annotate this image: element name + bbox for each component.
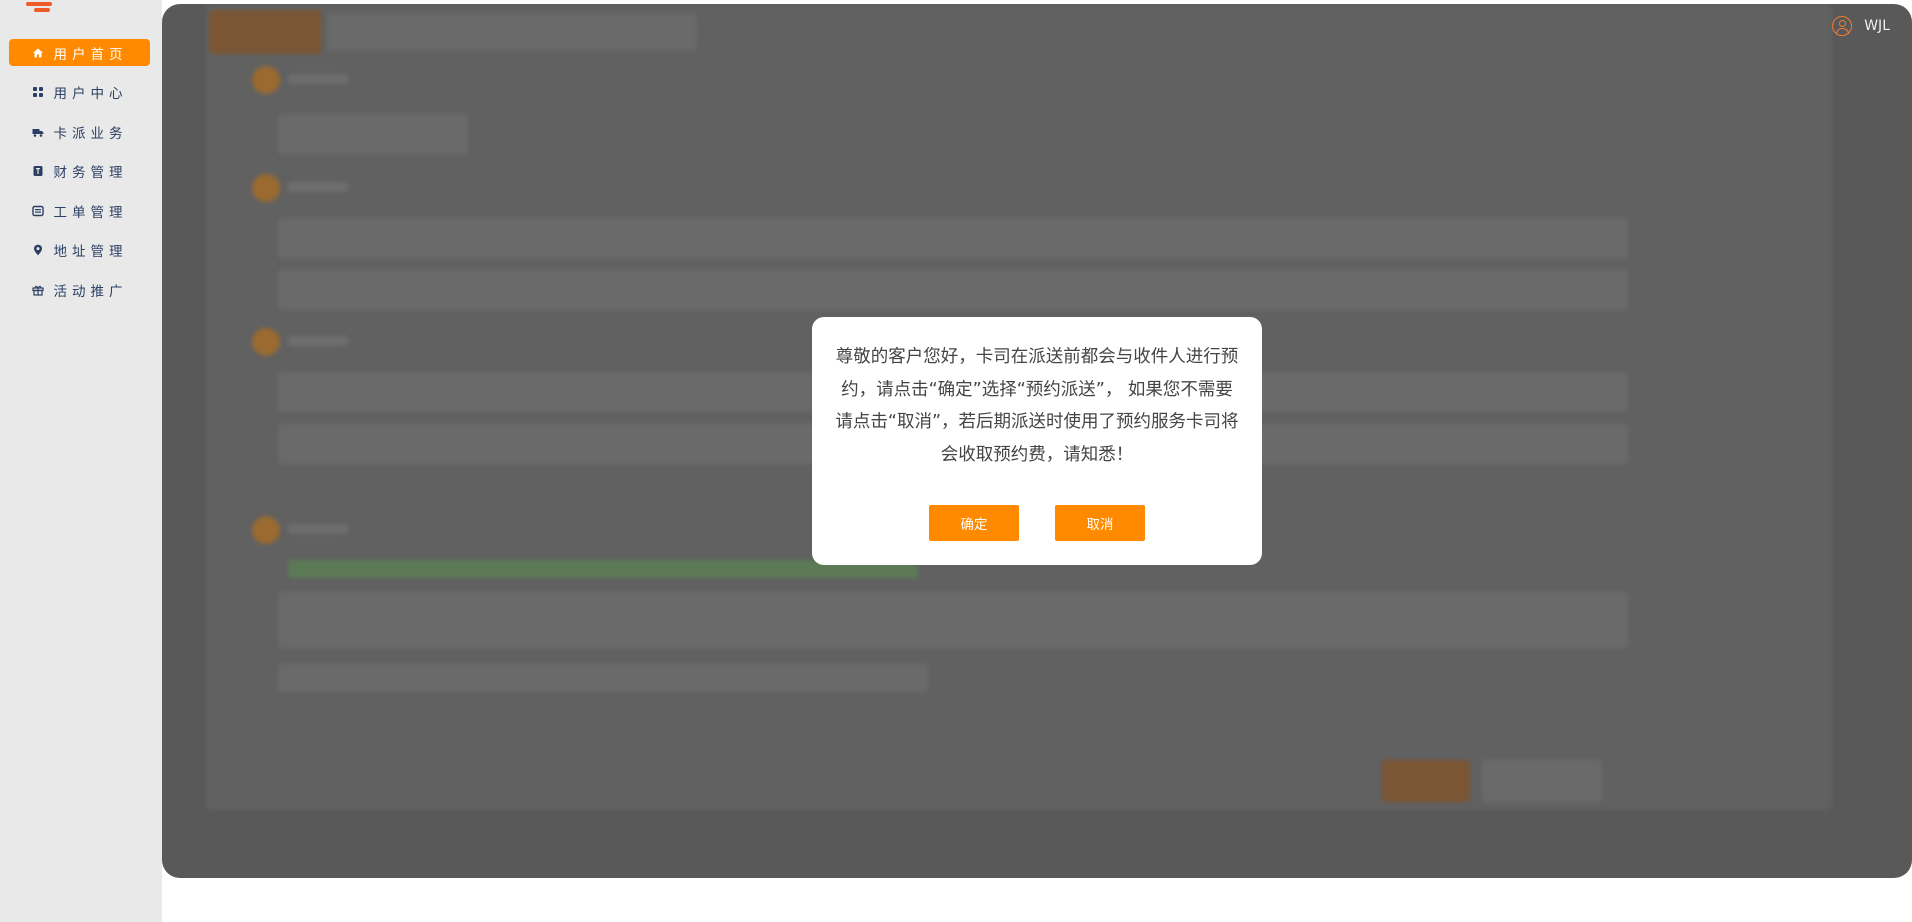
sidebar-item-tickets[interactable]: 工单管理 (9, 197, 150, 224)
blurred-field (278, 114, 468, 154)
blurred-field-row (278, 218, 1628, 258)
sidebar-item-label: 地址管理 (53, 244, 128, 261)
sidebar-item-address[interactable]: 地址管理 (9, 237, 150, 264)
blurred-heading (288, 524, 348, 534)
dialog-buttons: 确定 取消 (812, 505, 1262, 541)
gift-icon (31, 284, 44, 296)
confirm-button[interactable]: 确定 (929, 505, 1019, 541)
home-icon (32, 47, 44, 59)
blurred-button (1382, 760, 1470, 802)
sidebar-item-label: 用户中心 (53, 86, 128, 103)
blurred-summary (278, 664, 928, 692)
blurred-heading (288, 336, 348, 346)
truck-icon (32, 126, 44, 138)
blurred-tab (209, 10, 321, 54)
logo[interactable] (24, 0, 58, 12)
user-menu[interactable]: WJL (1832, 16, 1890, 36)
grid-icon (32, 86, 44, 98)
sidebar-item-label: 卡派业务 (53, 125, 128, 142)
blurred-step-dot (252, 516, 280, 544)
cancel-button[interactable]: 取消 (1055, 505, 1145, 541)
username: WJL (1864, 18, 1890, 34)
blurred-table (278, 592, 1628, 648)
sidebar-item-label: 活动推广 (53, 284, 128, 301)
logo-mark-icon (24, 0, 58, 12)
blurred-tabs (327, 14, 697, 50)
reservation-dialog: 尊敬的客户您好，卡司在派送前都会与收件人进行预约，请点击“确定”选择“预约派送”… (812, 317, 1262, 565)
sidebar-item-home[interactable]: 用户首页 (9, 39, 150, 66)
sidebar-item-promotions[interactable]: 活动推广 (9, 277, 150, 304)
sidebar-menu: 用户首页 用户中心 卡派业务 财务管理 工单管理 地址管理 活动推广 (9, 39, 150, 316)
finance-icon (32, 165, 44, 177)
sidebar-item-label: 工单管理 (53, 204, 128, 221)
sidebar-item-label: 财务管理 (53, 165, 128, 182)
sidebar-item-user-center[interactable]: 用户中心 (9, 79, 150, 106)
blurred-step-dot (252, 66, 280, 94)
ticket-icon (31, 205, 44, 217)
blurred-step-dot (252, 174, 280, 202)
location-icon (32, 244, 44, 256)
dialog-message: 尊敬的客户您好，卡司在派送前都会与收件人进行预约，请点击“确定”选择“预约派送”… (835, 347, 1239, 465)
blurred-button (1482, 760, 1602, 802)
blurred-heading (288, 74, 348, 84)
sidebar-item-truck-business[interactable]: 卡派业务 (9, 118, 150, 145)
sidebar-item-label: 用户首页 (53, 46, 128, 63)
blurred-heading (288, 182, 348, 192)
blurred-field-row (278, 270, 1628, 310)
sidebar: 用户首页 用户中心 卡派业务 财务管理 工单管理 地址管理 活动推广 (0, 0, 162, 922)
sidebar-item-finance[interactable]: 财务管理 (9, 158, 150, 185)
blurred-step-dot (252, 328, 280, 356)
user-avatar-icon (1832, 16, 1853, 36)
